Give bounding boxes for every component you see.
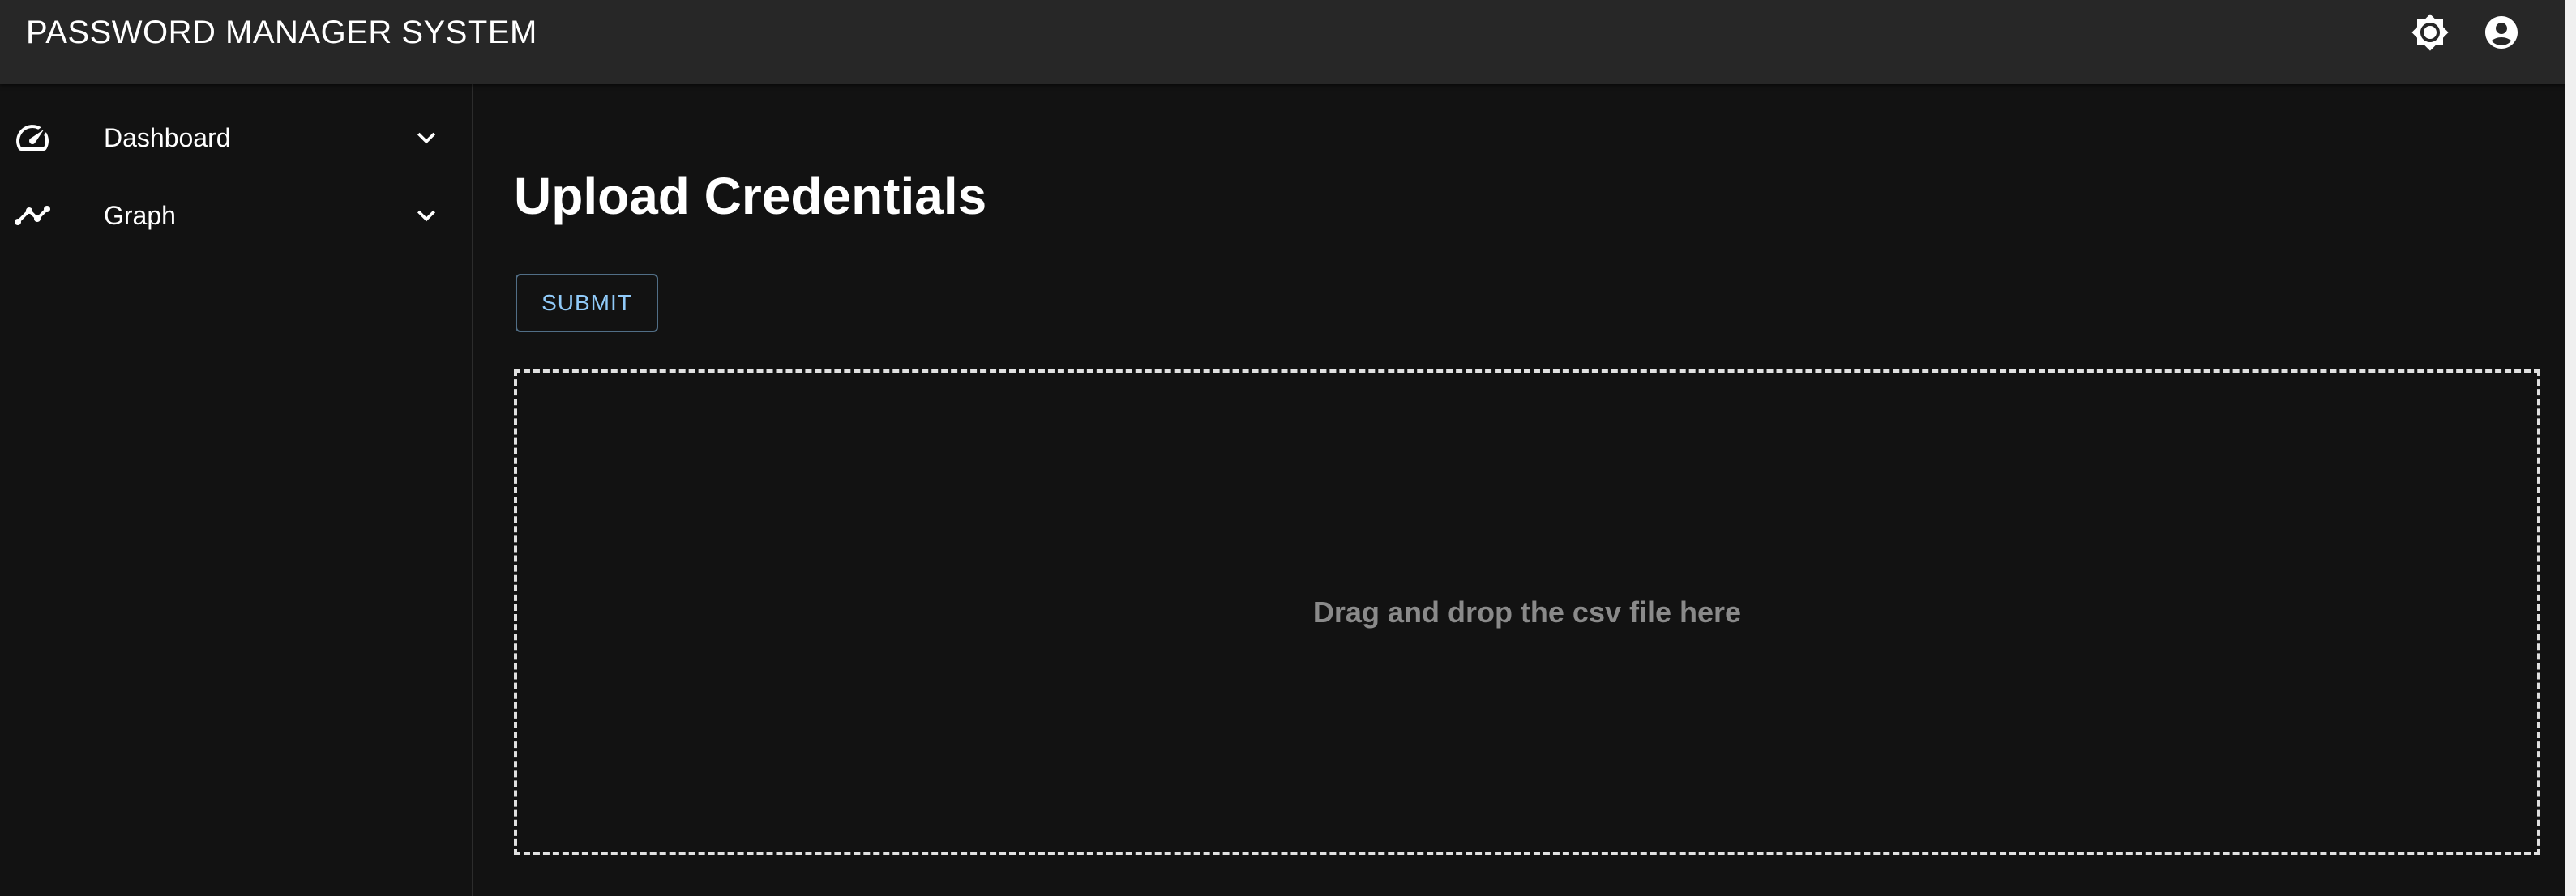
main-content: Upload Credentials SUBMIT Drag and drop … [475,84,2576,896]
page-title: Upload Credentials [514,167,987,225]
trending-line-icon [13,196,52,235]
sidebar-item-dashboard[interactable]: Dashboard [0,99,470,177]
window-edge [2565,0,2576,896]
chevron-down-icon[interactable] [409,198,444,233]
theme-toggle-button[interactable] [2409,13,2451,55]
sidebar-item-label: Dashboard [104,123,231,152]
app-root: PASSWORD MANAGER SYSTEM Dashboard Graph … [0,0,2576,896]
brightness-icon [2411,13,2450,56]
account-circle-icon [2482,13,2521,56]
sidebar-item-label: Graph [104,201,176,230]
account-button[interactable] [2480,13,2523,55]
chevron-down-icon[interactable] [409,120,444,156]
app-title: PASSWORD MANAGER SYSTEM [26,15,537,50]
app-bar: PASSWORD MANAGER SYSTEM [0,0,2576,84]
sidebar: Dashboard Graph [0,84,473,896]
speedometer-icon [13,118,52,157]
csv-dropzone[interactable]: Drag and drop the csv file here [514,369,2540,855]
sidebar-item-graph[interactable]: Graph [0,177,470,254]
dropzone-text: Drag and drop the csv file here [1312,595,1742,629]
submit-button[interactable]: SUBMIT [516,274,658,332]
